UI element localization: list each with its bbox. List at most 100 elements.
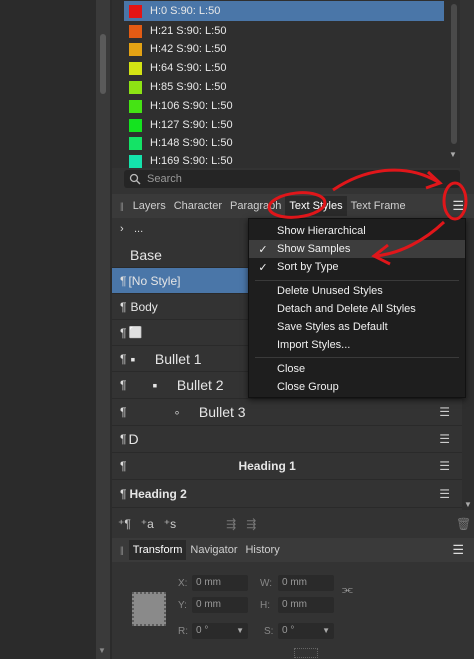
- grip-icon[interactable]: ||: [120, 545, 124, 555]
- scroll-down-arrow-icon[interactable]: ▼: [98, 646, 106, 655]
- new-character-style-button[interactable]: ⁺a: [141, 517, 154, 531]
- tab-transform[interactable]: Transform: [128, 540, 187, 560]
- new-group-style-button[interactable]: ⁺s: [164, 517, 176, 531]
- style-row-bullet-3[interactable]: ¶ ◦ Bullet 3 ☰: [112, 399, 462, 426]
- scroll-down-arrow-icon[interactable]: ▼: [464, 500, 472, 509]
- edit-style-icon[interactable]: ⇶: [246, 517, 256, 531]
- paragraph-icon: ¶: [120, 432, 127, 446]
- style-label: Base: [130, 246, 162, 263]
- styles-footer-toolbar: ⁺¶ ⁺a ⁺s ⇶ ⇶ 🗑: [112, 512, 474, 536]
- tab-layers[interactable]: Layers: [129, 200, 170, 212]
- menu-item-label: Import Styles...: [277, 339, 351, 351]
- menu-item-close-group[interactable]: Close Group: [249, 378, 465, 396]
- tab-navigator[interactable]: Navigator: [186, 544, 241, 556]
- swatch-row[interactable]: H:42 S:90: L:50: [124, 39, 444, 59]
- scroll-down-arrow-icon[interactable]: ▼: [449, 150, 457, 159]
- swatch-row[interactable]: H:148 S:90: L:50: [124, 133, 444, 153]
- swatch-row[interactable]: H:85 S:90: L:50: [124, 77, 444, 97]
- menu-item-label: Show Samples: [277, 243, 351, 255]
- search-bar[interactable]: [124, 170, 460, 188]
- menu-item-show-samples[interactable]: ✓ Show Samples: [249, 240, 465, 258]
- y-field[interactable]: 0 mm: [192, 597, 248, 613]
- paragraph-icon: ¶: [120, 325, 127, 340]
- swatch-color-chip: [129, 99, 142, 113]
- scrollbar-thumb[interactable]: [451, 4, 457, 144]
- swatch-row[interactable]: H:0 S:90: L:50: [124, 1, 444, 21]
- link-icon[interactable]: ⫘: [342, 582, 353, 597]
- swatch-label: H:0 S:90: L:50: [150, 5, 221, 17]
- vertical-scrollbar[interactable]: ▼: [96, 0, 110, 659]
- x-field[interactable]: 0 mm: [192, 575, 248, 591]
- style-label: Heading 2: [129, 486, 187, 501]
- row-menu-icon[interactable]: ☰: [439, 405, 450, 419]
- shear-field[interactable]: 0 ° ▼: [278, 623, 334, 639]
- panel-context-menu: Show Hierarchical ✓ Show Samples ✓ Sort …: [248, 218, 466, 398]
- w-field[interactable]: 0 mm: [278, 575, 334, 591]
- menu-item-close[interactable]: Close: [249, 360, 465, 378]
- scrollbar-thumb[interactable]: [100, 34, 106, 94]
- swatch-row[interactable]: H:106 S:90: L:50: [124, 96, 444, 116]
- menu-item-label: Detach and Delete All Styles: [277, 303, 416, 315]
- menu-item-delete-unused-styles[interactable]: Delete Unused Styles: [249, 282, 465, 300]
- transform-panel: X: 0 mm W: 0 mm Y: 0 mm H: 0 mm ⫘ R: 0 °…: [112, 562, 474, 659]
- check-icon: ✓: [258, 243, 268, 256]
- w-label: W:: [260, 578, 273, 589]
- style-label: [No Style]: [128, 273, 181, 288]
- panel-menu-icon[interactable]: ☰: [452, 199, 464, 212]
- paragraph-icon: ¶: [120, 405, 127, 419]
- new-paragraph-style-button[interactable]: ⁺¶: [118, 517, 131, 531]
- swatch-color-chip: [129, 61, 142, 75]
- row-menu-icon[interactable]: ☰: [439, 432, 450, 446]
- swatch-list: H:0 S:90: L:50 H:21 S:90: L:50 H:42 S:90…: [112, 0, 450, 168]
- style-row-heading-2[interactable]: ¶ Heading 2 ☰: [112, 480, 462, 508]
- style-row-heading-1[interactable]: ¶ Heading 1 ☰: [112, 453, 462, 480]
- transform-origin-icon[interactable]: [294, 648, 318, 658]
- swatch-color-chip: [129, 24, 142, 38]
- swatch-row[interactable]: H:21 S:90: L:50: [124, 21, 444, 41]
- menu-item-import-styles[interactable]: Import Styles...: [249, 336, 465, 354]
- apply-style-icon[interactable]: ⇶: [226, 517, 236, 531]
- menu-item-save-styles-default[interactable]: Save Styles as Default: [249, 318, 465, 336]
- menu-item-label: Sort by Type: [277, 261, 339, 273]
- canvas-area: [0, 0, 96, 659]
- row-menu-icon[interactable]: ☰: [439, 459, 450, 473]
- tab-text-frame[interactable]: Text Frame: [347, 200, 410, 212]
- menu-item-detach-and-delete[interactable]: Detach and Delete All Styles: [249, 300, 465, 318]
- chevron-right-icon[interactable]: ›: [120, 223, 134, 235]
- style-label: ◦ Bullet 3: [174, 404, 246, 420]
- swatch-color-chip: [129, 136, 142, 150]
- check-icon: ✓: [258, 261, 268, 274]
- panel-menu-icon[interactable]: ☰: [452, 543, 464, 556]
- swatch-label: H:42 S:90: L:50: [150, 43, 227, 55]
- s-label: S:: [264, 626, 274, 637]
- menu-divider: [255, 357, 459, 358]
- menu-divider: [255, 280, 459, 281]
- style-label: Body: [130, 299, 158, 314]
- menu-item-label: Save Styles as Default: [277, 321, 388, 333]
- swatch-scrollbar[interactable]: ▼: [448, 0, 460, 168]
- style-row-drop-cap[interactable]: ¶ D ☰: [112, 426, 462, 453]
- paragraph-icon: ¶: [120, 299, 127, 314]
- rotation-field[interactable]: 0 ° ▼: [192, 623, 248, 639]
- search-input[interactable]: [147, 173, 427, 185]
- trash-icon[interactable]: 🗑: [456, 517, 471, 531]
- menu-item-show-hierarchical[interactable]: Show Hierarchical: [249, 222, 465, 240]
- row-menu-icon[interactable]: ☰: [439, 487, 450, 501]
- swatch-row[interactable]: H:169 S:90: L:50: [124, 151, 444, 171]
- tab-paragraph[interactable]: Paragraph: [226, 200, 285, 212]
- menu-item-label: Close Group: [277, 381, 339, 393]
- swatch-color-chip: [129, 118, 142, 132]
- menu-item-sort-by-type[interactable]: ✓ Sort by Type: [249, 258, 465, 276]
- h-field[interactable]: 0 mm: [278, 597, 334, 613]
- tab-character[interactable]: Character: [170, 200, 226, 212]
- tab-history[interactable]: History: [241, 544, 283, 556]
- swatch-row[interactable]: H:64 S:90: L:50: [124, 58, 444, 78]
- chevron-down-icon[interactable]: ▼: [322, 623, 330, 639]
- tab-text-styles[interactable]: Text Styles: [285, 196, 347, 216]
- swatch-row[interactable]: H:127 S:90: L:50: [124, 115, 444, 135]
- anchor-point-selector[interactable]: [132, 592, 166, 626]
- r-label: R:: [178, 626, 188, 637]
- swatch-label: H:169 S:90: L:50: [150, 155, 233, 167]
- chevron-down-icon[interactable]: ▼: [236, 623, 244, 639]
- grip-icon[interactable]: ||: [120, 201, 124, 211]
